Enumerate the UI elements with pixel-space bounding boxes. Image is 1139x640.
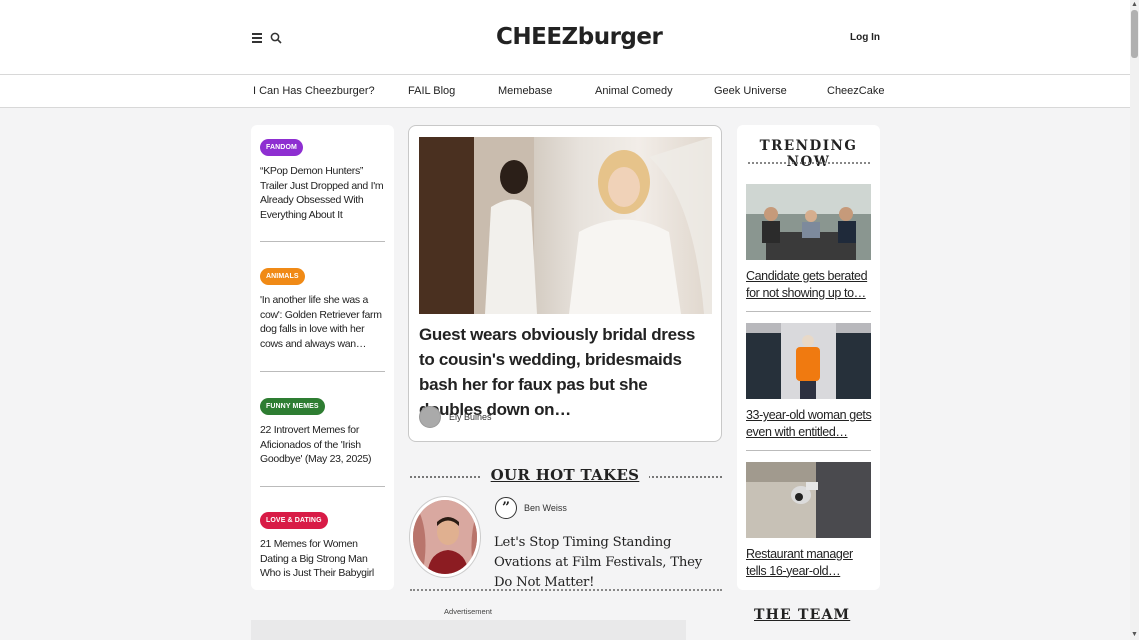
trending-thumbnail[interactable] xyxy=(746,462,871,538)
divider xyxy=(746,450,871,451)
scroll-up-arrow[interactable]: ▲ xyxy=(1131,1,1138,9)
trending-title[interactable]: 33-year-old woman gets even with entitle… xyxy=(746,407,873,440)
article-title[interactable]: “KPop Demon Hunters” Trailer Just Droppe… xyxy=(260,164,385,222)
security-camera-photo xyxy=(746,462,871,538)
list-item[interactable]: ANIMALS 'In another life she was a cow':… xyxy=(260,265,385,351)
bride-photo-illustration xyxy=(419,137,712,314)
main-nav: I Can Has Cheezburger? FAIL Blog Memebas… xyxy=(0,75,1130,108)
featured-image[interactable] xyxy=(419,137,712,314)
advertisement-label: Advertisement xyxy=(444,607,492,616)
hot-take-author[interactable]: Ben Weiss xyxy=(524,503,567,513)
hot-take-title[interactable]: Let's Stop Timing Standing Ovations at F… xyxy=(494,533,722,593)
trending-panel: TRENDING NOW Candidate gets berated for … xyxy=(737,125,880,590)
nav-item-memebase[interactable]: Memebase xyxy=(498,85,552,97)
airplane-aisle-photo xyxy=(746,323,871,399)
category-badge[interactable]: FUNNY MEMES xyxy=(260,398,325,415)
hot-takes-title[interactable]: OUR HOT TAKES xyxy=(480,466,650,484)
site-logo[interactable]: CHEEZburger xyxy=(492,18,663,56)
nav-item-geekuniverse[interactable]: Geek Universe xyxy=(714,85,787,97)
advertisement-slot[interactable] xyxy=(251,620,686,640)
quote-icon: ” xyxy=(495,497,517,519)
hot-takes-heading: OUR HOT TAKES xyxy=(408,466,722,485)
left-article-list: FANDOM “KPop Demon Hunters” Trailer Just… xyxy=(251,125,394,590)
featured-author: Ely Bulnes xyxy=(419,406,492,428)
divider xyxy=(746,311,871,312)
list-item[interactable]: LOVE & DATING 21 Memes for Women Dating … xyxy=(260,509,385,581)
trending-title[interactable]: Candidate gets berated for not showing u… xyxy=(746,268,873,301)
nav-item-icanhascheezburger[interactable]: I Can Has Cheezburger? xyxy=(253,85,375,97)
nav-item-animalcomedy[interactable]: Animal Comedy xyxy=(595,85,673,97)
dotted-rule-bottom xyxy=(410,589,722,591)
search-icon[interactable] xyxy=(270,32,282,44)
category-badge[interactable]: ANIMALS xyxy=(260,268,305,285)
trending-thumbnail[interactable] xyxy=(746,323,871,399)
dotted-rule xyxy=(748,162,870,164)
list-item[interactable]: FANDOM “KPop Demon Hunters” Trailer Just… xyxy=(260,136,385,222)
author-name[interactable]: Ely Bulnes xyxy=(449,412,492,422)
list-item[interactable]: FUNNY MEMES 22 Introvert Memes for Afici… xyxy=(260,395,385,467)
nav-item-failblog[interactable]: FAIL Blog xyxy=(408,85,455,97)
hot-take-avatar[interactable] xyxy=(410,497,480,577)
page-scrollbar[interactable]: ▲ ▼ xyxy=(1130,0,1139,640)
category-badge[interactable]: FANDOM xyxy=(260,139,303,156)
office-meeting-photo xyxy=(746,184,871,260)
trending-heading: TRENDING NOW xyxy=(759,138,858,170)
trending-thumbnail[interactable] xyxy=(746,184,871,260)
divider xyxy=(260,486,385,487)
divider xyxy=(260,371,385,372)
scrollbar-thumb[interactable] xyxy=(1131,10,1138,58)
nav-item-cheezcake[interactable]: CheezCake xyxy=(827,85,884,97)
logo-text: CHEEZburger xyxy=(496,24,663,50)
team-heading[interactable]: THE TEAM xyxy=(754,607,850,623)
category-badge[interactable]: LOVE & DATING xyxy=(260,512,328,529)
divider xyxy=(260,241,385,242)
trending-title[interactable]: Restaurant manager tells 16-year-old… xyxy=(746,546,873,579)
article-title[interactable]: 'In another life she was a cow': Golden … xyxy=(260,293,385,351)
featured-article-card[interactable]: Guest wears obviously bridal dress to co… xyxy=(408,125,722,442)
scroll-down-arrow[interactable]: ▼ xyxy=(1131,631,1138,639)
login-link[interactable]: Log In xyxy=(850,32,880,43)
menu-icon[interactable] xyxy=(252,33,262,43)
article-title[interactable]: 22 Introvert Memes for Aficionados of th… xyxy=(260,423,385,467)
author-portrait xyxy=(413,500,477,574)
site-header: CHEEZburger Log In xyxy=(0,0,1130,75)
article-title[interactable]: 21 Memes for Women Dating a Big Strong M… xyxy=(260,537,385,581)
avatar[interactable] xyxy=(419,406,441,428)
